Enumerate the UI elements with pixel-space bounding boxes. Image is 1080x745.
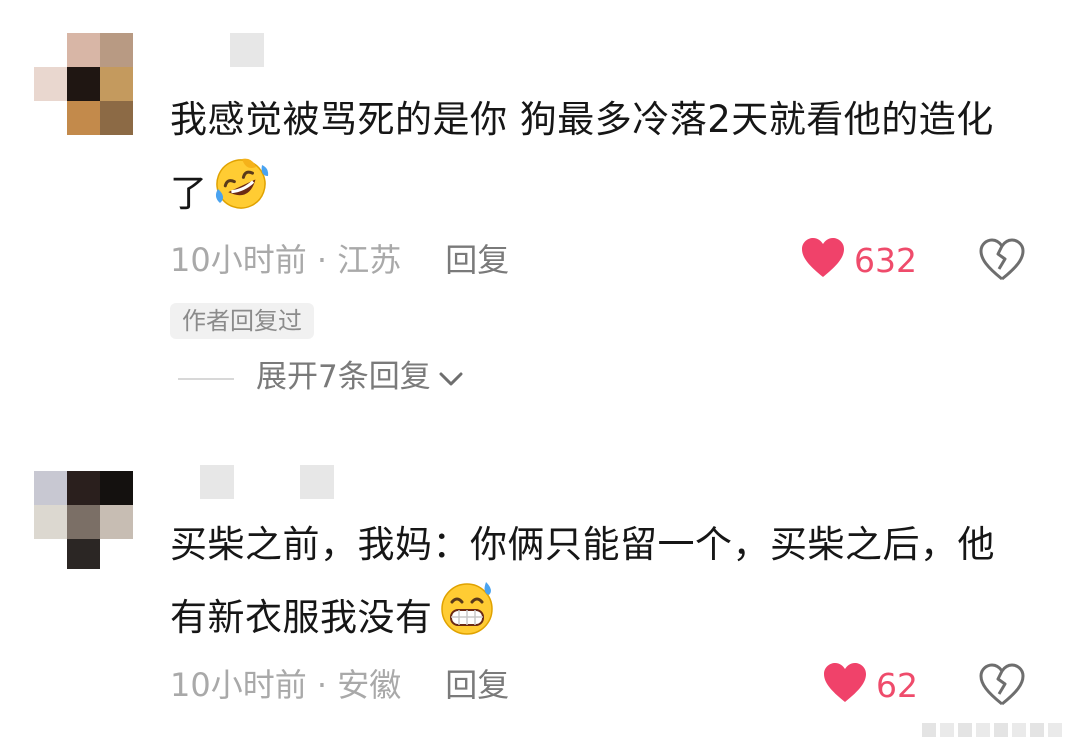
meta-separator: · (306, 241, 338, 279)
like-count: 62 (876, 665, 918, 705)
rolling-on-floor-laughing-emoji-icon (212, 155, 270, 236)
like-button[interactable]: 62 (822, 663, 918, 707)
comment-text: 我感觉被骂死的是你 狗最多冷落2天就看他的造化了 (170, 85, 1030, 236)
comment-location: 江苏 (337, 241, 402, 279)
comment-time: 10小时前 (170, 241, 307, 279)
dislike-button[interactable] (978, 663, 1026, 707)
expand-replies-label: 展开7条回复 (256, 359, 431, 395)
author-replied-badge: 作者回复过 (170, 303, 314, 339)
comment-item: 我感觉被骂死的是你 狗最多冷落2天就看他的造化了 10小时前 · 江苏 回复 63… (0, 30, 1080, 430)
expand-replies-button[interactable]: 展开7条回复 (178, 355, 465, 399)
comment-meta: 10小时前 · 江苏 回复 (170, 238, 509, 282)
comment-meta: 10小时前 · 安徽 回复 (170, 663, 509, 707)
meta-separator: · (306, 666, 338, 704)
broken-heart-icon (978, 663, 1026, 711)
heart-icon (800, 237, 846, 283)
comment-location: 安徽 (337, 666, 402, 704)
like-button[interactable]: 632 (800, 238, 917, 282)
broken-heart-icon (978, 238, 1026, 286)
watermark-image (922, 719, 1072, 739)
comment-item: 买柴之前，我妈：你俩只能留一个，买柴之后，他有新衣服我没有 10小时前 · 安徽… (0, 462, 1080, 745)
heart-icon (822, 662, 868, 708)
dislike-button[interactable] (978, 238, 1026, 282)
like-count: 632 (854, 240, 917, 280)
divider-line (178, 377, 234, 380)
avatar[interactable] (34, 33, 134, 135)
comment-text: 买柴之前，我妈：你俩只能留一个，买柴之后，他有新衣服我没有 (170, 510, 1030, 659)
grinning-sweat-emoji-icon (437, 580, 497, 659)
chevron-down-icon (437, 357, 465, 401)
reply-button[interactable]: 回复 (445, 666, 509, 704)
comment-time: 10小时前 (170, 666, 307, 704)
avatar[interactable] (34, 465, 134, 569)
reply-button[interactable]: 回复 (445, 241, 509, 279)
